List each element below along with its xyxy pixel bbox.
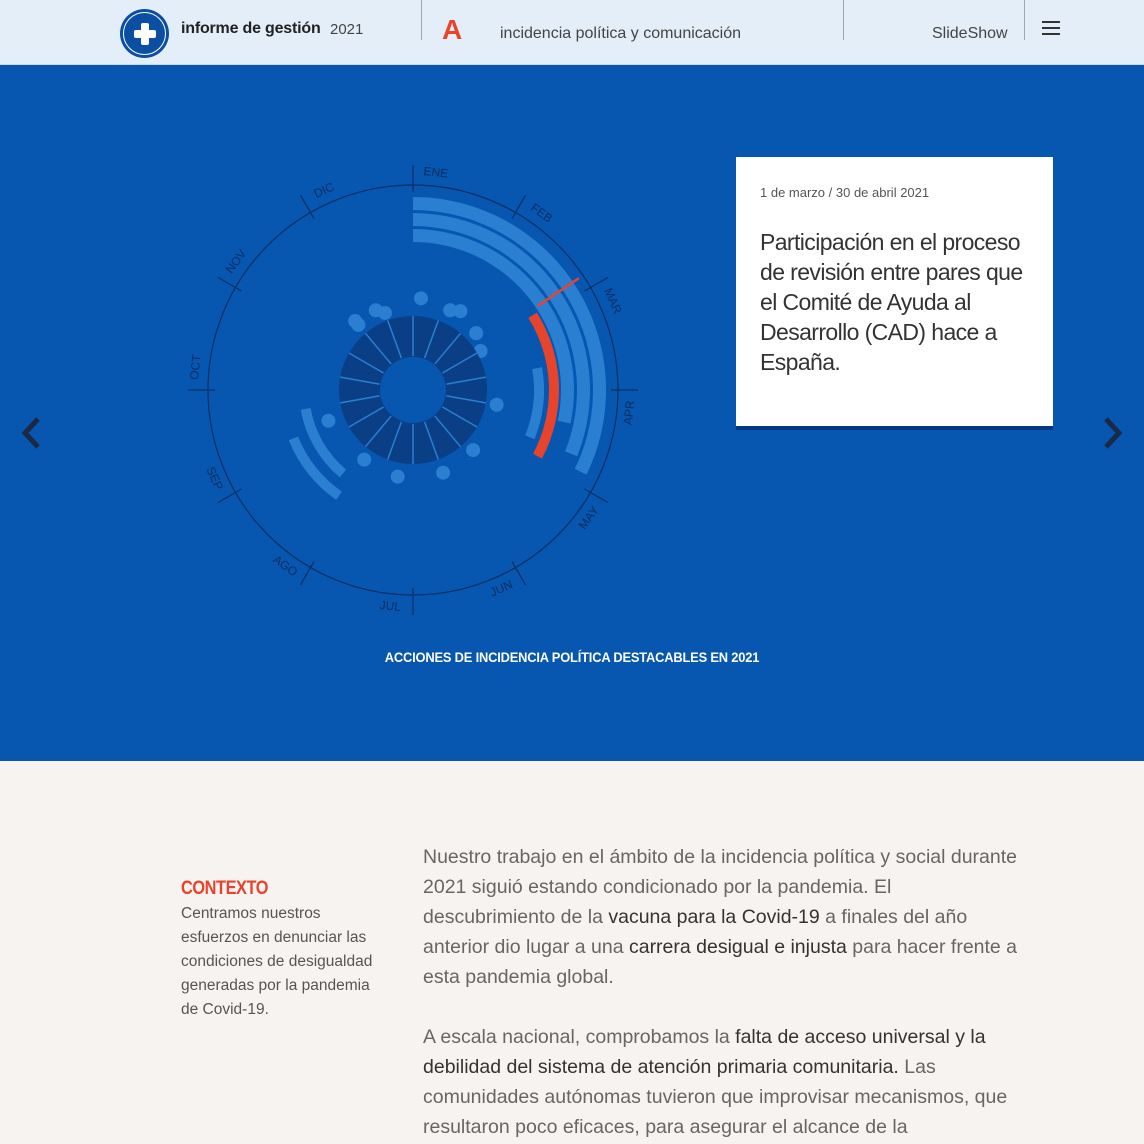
divider [421, 0, 422, 40]
event-dot [351, 317, 366, 332]
event-dot [469, 326, 484, 341]
month-label: JUN [488, 577, 515, 599]
donut-hole [380, 357, 446, 423]
month-label: ENE [423, 164, 449, 181]
divider [1024, 0, 1025, 40]
context-heading: CONTEXTO [181, 878, 269, 899]
previous-slide-arrow-icon[interactable] [20, 415, 44, 451]
paragraph: Nuestro trabajo en el ámbito de la incid… [423, 846, 1018, 988]
hamburger-menu-icon[interactable] [1042, 20, 1060, 36]
event-dot [321, 413, 336, 428]
event-dot [489, 397, 504, 412]
month-label: MAY [576, 503, 602, 532]
month-label: FEB [528, 200, 555, 225]
divider [843, 0, 844, 40]
report-year: 2021 [330, 21, 364, 38]
chart-caption: ACCIONES DE INCIDENCIA POLÍTICA DESTACAB… [384, 649, 760, 665]
next-slide-arrow-icon[interactable] [1100, 415, 1124, 451]
event-dot [368, 303, 383, 318]
event-dot [436, 465, 451, 480]
month-label: OCT [187, 353, 204, 380]
highlight-text: carrera desigual e injusta [628, 936, 847, 958]
logo-cross-icon [133, 22, 156, 45]
brand-title[interactable]: informe de gestión [181, 20, 321, 38]
paragraph: A escala nacional, comprobamos la falta … [423, 1026, 1008, 1138]
event-dot [390, 469, 405, 484]
event-dot [466, 443, 481, 458]
event-dot [414, 291, 429, 306]
hero-section: ENE FEB MAR APR MAY JUN JUL AGO SEP OCT NOV DIC 1 d… [0, 65, 1144, 761]
event-dot [453, 304, 468, 319]
event-date: 1 de marzo / 30 de abril 2021 [760, 185, 930, 200]
month-label: DIC [312, 179, 337, 200]
month-label: AGO [270, 552, 300, 579]
section-title[interactable]: incidencia política y comunicación [500, 25, 741, 43]
top-bar: informe de gestión 2021 A incidencia pol… [0, 0, 1144, 65]
context-summary: Centramos nuestros esfuerzos en denuncia… [181, 905, 373, 1018]
month-label: SEP [203, 465, 226, 493]
slideshow-link[interactable]: SlideShow [932, 25, 1008, 43]
radial-timeline-chart: ENEFEBMARAPRMAYJUNJULAGOSEPOCTNOVDIC [187, 164, 638, 615]
month-label: MAR [601, 286, 625, 316]
medicos-del-mundo-logo[interactable] [120, 9, 169, 58]
event-dot [357, 452, 372, 467]
section-letter: A [442, 14, 463, 45]
main-article: Nuestro trabajo en el ámbito de la incid… [423, 842, 1023, 1144]
event-detail-card: 1 de marzo / 30 de abril 2021 Participac… [736, 157, 1053, 426]
event-description: Participación en el proceso de revisión … [760, 229, 1023, 375]
highlight-text: vacuna para la Covid-19 [608, 906, 820, 928]
activity-arc [525, 367, 544, 440]
month-label: APR [621, 399, 638, 425]
month-label: JUL [379, 598, 402, 614]
